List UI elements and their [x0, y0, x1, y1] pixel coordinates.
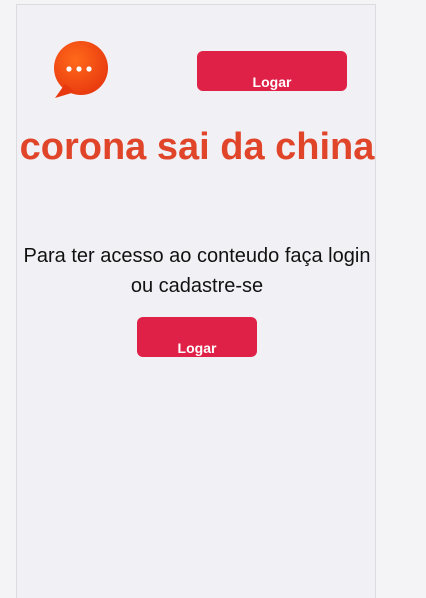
page: Logar corona sai da china Para ter acess…	[0, 0, 426, 598]
login-prompt-text: Para ter acesso ao conteudo faça login o…	[23, 245, 371, 297]
chat-bubble-icon	[51, 40, 111, 100]
header-login-button[interactable]: Logar	[197, 51, 347, 91]
login-button[interactable]: Logar	[137, 317, 257, 357]
app-screen: Logar corona sai da china Para ter acess…	[16, 4, 376, 598]
page-title: corona sai da china	[19, 126, 375, 168]
